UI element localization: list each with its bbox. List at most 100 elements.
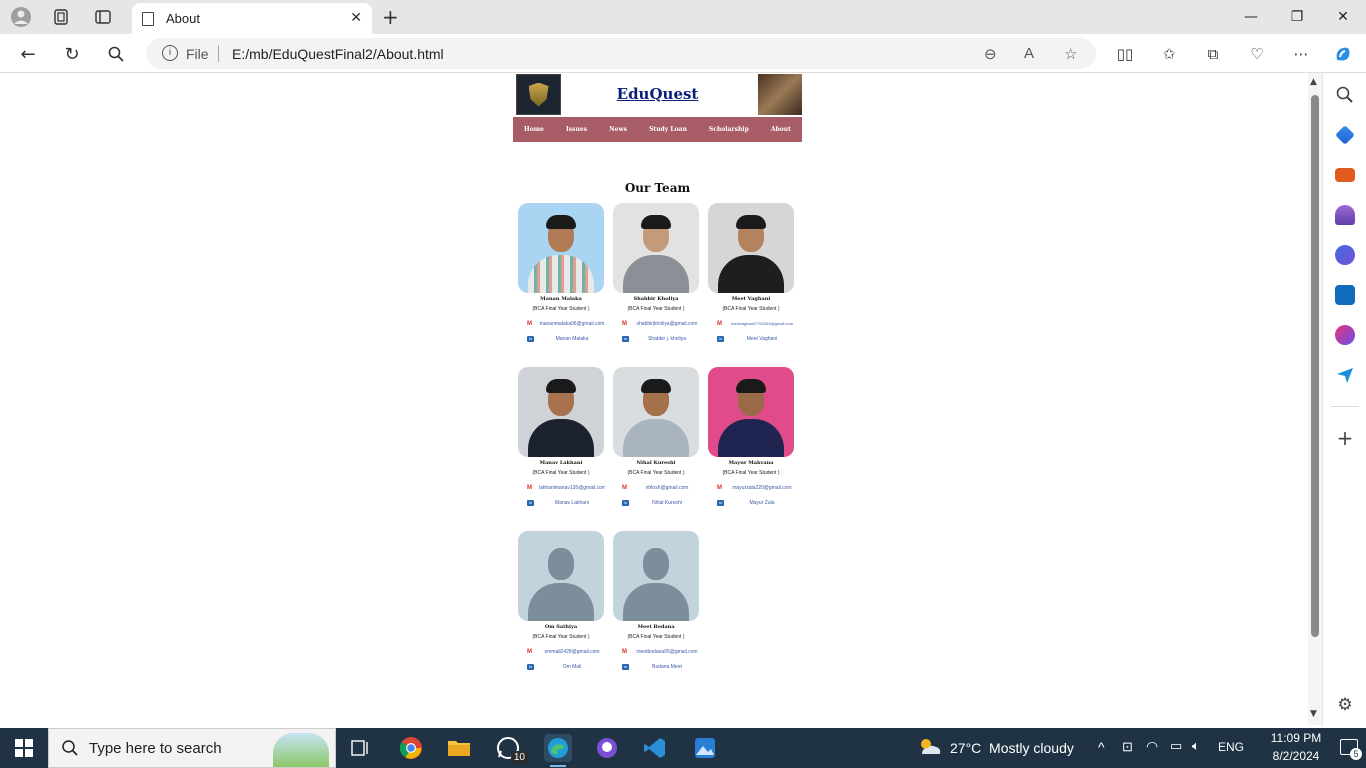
member-email-row[interactable]: M lakhanimanav126@gmail.com xyxy=(517,484,605,494)
photos-icon[interactable] xyxy=(691,734,719,762)
member-email[interactable]: lakhanimanav126@gmail.com xyxy=(539,485,605,491)
member-role: (BCA Final Year Student ) xyxy=(532,470,590,476)
nav-study-loan[interactable]: Study Loan xyxy=(649,126,687,133)
search-icon[interactable] xyxy=(104,42,128,66)
more-menu-icon[interactable]: ⋯ xyxy=(1290,43,1312,65)
member-linkedin[interactable]: Om Mali xyxy=(539,664,605,670)
outlook-icon[interactable] xyxy=(1335,285,1355,305)
member-linkedin-row[interactable]: in Om Mali xyxy=(517,663,605,673)
member-email-row[interactable]: M mayurzala220@gmail.com xyxy=(707,484,795,494)
member-email-row[interactable]: M shabbirjkholiya@gmail.com xyxy=(612,320,700,330)
nav-scholarship[interactable]: Scholarship xyxy=(709,126,749,133)
weather-icon[interactable] xyxy=(916,736,942,758)
whatsapp-icon[interactable]: 10 xyxy=(494,734,528,764)
games-icon[interactable] xyxy=(1335,205,1355,225)
clock-time[interactable]: 11:09 PM xyxy=(1256,731,1336,745)
member-linkedin-row[interactable]: in Manav Lakhani xyxy=(517,499,605,509)
team-member-card: Nihal Kureshi (BCA Final Year Student ) … xyxy=(612,367,700,509)
member-linkedin[interactable]: Bodana Meet xyxy=(634,664,700,670)
designer-icon[interactable] xyxy=(1335,325,1355,345)
team-member-card: Mayur Makvana (BCA Final Year Student ) … xyxy=(707,367,795,509)
member-linkedin-row[interactable]: in Bodana Meet xyxy=(612,663,700,673)
tray-overflow-icon[interactable]: ^ xyxy=(1098,739,1105,755)
clock-date[interactable]: 8/2/2024 xyxy=(1256,749,1336,763)
edge-icon[interactable] xyxy=(544,734,572,767)
member-linkedin-row[interactable]: in Shabbir j. kholiya xyxy=(612,335,700,345)
member-linkedin[interactable]: Nihal Kureshi xyxy=(634,500,700,506)
nav-issues[interactable]: Issues xyxy=(566,126,587,133)
member-linkedin[interactable]: Meet Vaghani xyxy=(729,336,795,342)
site-info-icon[interactable]: i xyxy=(162,45,178,61)
read-aloud-icon[interactable]: A xyxy=(1024,45,1034,62)
restore-icon[interactable]: ❐ xyxy=(1282,6,1312,28)
new-tab-icon[interactable]: + xyxy=(382,5,399,29)
member-linkedin[interactable]: Shabbir j. kholiya xyxy=(634,336,700,342)
member-email-row[interactable]: M meetvaghani27%2064@gmail.com xyxy=(707,320,795,330)
member-email-row[interactable]: M meetbodana05@gmail.com xyxy=(612,648,700,658)
nav-about[interactable]: About xyxy=(771,126,791,133)
member-email-row[interactable]: M nhkrsh@gmail.com xyxy=(612,484,700,494)
member-email[interactable]: nhkrsh@gmail.com xyxy=(634,485,700,491)
chrome-icon[interactable] xyxy=(397,734,425,762)
sidebar-search-icon[interactable] xyxy=(1335,85,1355,105)
collections-icon[interactable]: ⧉ xyxy=(1202,43,1224,65)
task-view-icon[interactable] xyxy=(346,734,374,762)
profile-icon[interactable] xyxy=(8,5,34,29)
address-bar-row: ← ↻ i File E:/mb/EduQuestFinal2/About.ht… xyxy=(0,34,1366,73)
wifi-icon[interactable]: ◠ xyxy=(1146,738,1158,755)
taskbar-search[interactable]: Type here to search xyxy=(48,728,336,768)
browser-essentials-icon[interactable]: ♡ xyxy=(1246,43,1268,65)
scrollbar-thumb[interactable] xyxy=(1311,95,1319,637)
battery-icon[interactable]: ▭ xyxy=(1170,738,1182,754)
member-linkedin-row[interactable]: in Nihal Kureshi xyxy=(612,499,700,509)
close-window-icon[interactable]: ✕ xyxy=(1328,6,1358,28)
zoom-out-icon[interactable]: ⊖ xyxy=(984,45,997,63)
address-field[interactable]: i File E:/mb/EduQuestFinal2/About.html ⊖… xyxy=(146,38,1096,69)
favorites-icon[interactable]: ✩ xyxy=(1158,43,1180,65)
member-linkedin-row[interactable]: in Meet Vaghani xyxy=(707,335,795,345)
weather-text[interactable]: 27°C Mostly cloudy xyxy=(950,740,1074,756)
favorite-star-icon[interactable]: ☆ xyxy=(1064,45,1077,63)
back-icon[interactable]: ← xyxy=(16,42,40,66)
microsoft-365-icon[interactable] xyxy=(1335,245,1355,265)
workspaces-icon[interactable] xyxy=(48,5,74,29)
vscode-icon[interactable] xyxy=(641,734,669,762)
nav-home[interactable]: Home xyxy=(524,126,544,133)
member-email[interactable]: meetvaghani27%2064@gmail.com xyxy=(729,321,795,326)
windows-start-icon[interactable] xyxy=(15,739,33,757)
member-email[interactable]: mananmalaka06@gmail.com xyxy=(539,321,605,327)
member-email[interactable]: mayurzala220@gmail.com xyxy=(729,485,795,491)
file-explorer-icon[interactable] xyxy=(445,734,473,762)
member-linkedin-row[interactable]: in Mayur Zala xyxy=(707,499,795,509)
member-linkedin-row[interactable]: in Manan Malaka xyxy=(517,335,605,345)
tab-actions-icon[interactable] xyxy=(90,5,116,29)
member-linkedin[interactable]: Mayur Zala xyxy=(729,500,795,506)
send-icon[interactable] xyxy=(1335,365,1355,385)
url-text[interactable]: E:/mb/EduQuestFinal2/About.html xyxy=(232,46,444,62)
nav-news[interactable]: News xyxy=(609,126,627,133)
scroll-down-icon[interactable]: ▼ xyxy=(1310,709,1317,719)
member-email-row[interactable]: M ommali2428@gmail.com xyxy=(517,648,605,658)
split-screen-icon[interactable]: ▯▯ xyxy=(1114,43,1136,65)
member-linkedin[interactable]: Manan Malaka xyxy=(539,336,605,342)
page-scrollbar[interactable]: ▲ ▼ xyxy=(1308,73,1322,725)
refresh-icon[interactable]: ↻ xyxy=(60,42,84,66)
member-email-row[interactable]: M mananmalaka06@gmail.com xyxy=(517,320,605,330)
shopping-tag-icon[interactable] xyxy=(1335,125,1355,145)
webcam-icon[interactable]: ⊡ xyxy=(1122,739,1133,755)
close-tab-icon[interactable]: ✕ xyxy=(350,9,362,26)
tab-about[interactable]: About ✕ xyxy=(132,3,372,34)
sidebar-settings-icon[interactable]: ⚙ xyxy=(1335,695,1355,715)
member-email[interactable]: shabbirjkholiya@gmail.com xyxy=(634,321,700,327)
scroll-up-icon[interactable]: ▲ xyxy=(1310,77,1317,87)
member-linkedin[interactable]: Manav Lakhani xyxy=(539,500,605,506)
github-desktop-icon[interactable] xyxy=(593,734,621,762)
add-sidebar-app-icon[interactable]: + xyxy=(1335,428,1355,449)
member-email[interactable]: ommali2428@gmail.com xyxy=(539,649,605,655)
copilot-icon[interactable] xyxy=(1332,43,1354,65)
language-indicator[interactable]: ENG xyxy=(1218,740,1244,754)
minimize-icon[interactable]: — xyxy=(1236,6,1266,28)
member-email[interactable]: meetbodana05@gmail.com xyxy=(634,649,700,655)
volume-icon[interactable]: 🔈︎ xyxy=(1192,738,1200,754)
tools-briefcase-icon[interactable] xyxy=(1335,168,1355,182)
